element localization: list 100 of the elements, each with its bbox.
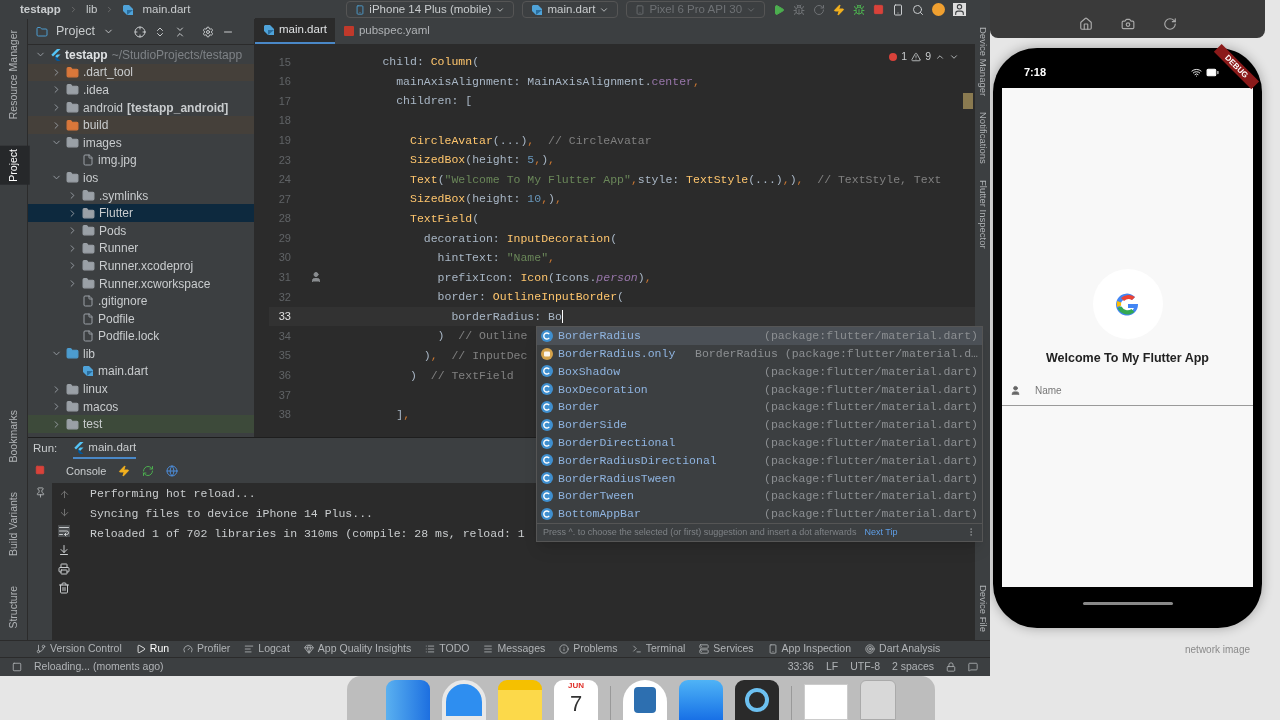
stop-icon[interactable] — [35, 465, 45, 475]
tool-window-tab[interactable]: Device File — [975, 585, 990, 632]
tool-window-tab[interactable]: Device Manager — [975, 27, 990, 97]
update-icon[interactable] — [932, 3, 946, 16]
screenshot-icon[interactable] — [1120, 17, 1135, 31]
tree-item[interactable]: Podfile.lock — [28, 327, 254, 346]
completion-item[interactable]: BoxDecoration (package:flutter/material.dart) — [537, 380, 982, 399]
panel-toggle-icon[interactable] — [12, 662, 22, 672]
lightning-icon[interactable] — [833, 3, 846, 16]
globe-icon[interactable] — [166, 465, 179, 477]
tool-window-tab[interactable]: Structure — [0, 583, 30, 632]
run-icon[interactable] — [773, 3, 786, 16]
tool-window-button[interactable]: App Inspection — [767, 641, 852, 657]
settings-icon[interactable] — [201, 25, 214, 38]
error-icon[interactable] — [889, 52, 898, 61]
completion-item[interactable]: BorderRadius.only BorderRadius (package:flutter/material.d… — [537, 344, 982, 363]
tree-item[interactable]: images — [28, 133, 254, 152]
tool-window-button[interactable]: Problems — [559, 641, 618, 657]
document-icon[interactable] — [804, 684, 848, 720]
tool-window-button[interactable]: Dart Analysis — [865, 641, 941, 657]
tree-item[interactable]: img.jpg — [28, 151, 254, 170]
search-icon[interactable] — [912, 3, 925, 16]
pin-icon[interactable] — [34, 487, 46, 498]
tree-item[interactable]: ios — [28, 169, 254, 187]
device-selector[interactable]: iPhone 14 Plus (mobile) — [346, 1, 515, 18]
breadcrumb[interactable]: main.dart — [142, 0, 191, 19]
locate-icon[interactable] — [133, 25, 146, 38]
completion-item[interactable]: BorderDirectional (package:flutter/material.dart) — [537, 433, 982, 452]
console-tab[interactable]: Console — [66, 462, 107, 480]
tool-window-button[interactable]: Profiler — [183, 641, 231, 657]
warning-count[interactable]: 9 — [925, 49, 931, 65]
up-arrow-icon[interactable] — [58, 489, 70, 500]
tree-item[interactable]: .gitignore — [28, 292, 254, 310]
tool-window-button[interactable]: Logcat — [244, 641, 290, 657]
breadcrumb[interactable]: testapp — [20, 0, 61, 19]
completion-item[interactable]: BoxShadow (package:flutter/material.dart) — [537, 362, 982, 381]
tree-item[interactable]: .symlinks — [28, 186, 254, 205]
stop-icon[interactable] — [873, 4, 885, 15]
tree-item[interactable]: Pods — [28, 221, 254, 240]
tool-window-tab[interactable]: Notifications — [975, 112, 990, 164]
tool-window-button[interactable]: Run — [135, 641, 170, 657]
tool-window-tab[interactable]: Flutter Inspector — [975, 179, 990, 249]
debug-icon[interactable] — [793, 3, 806, 16]
completion-item[interactable]: Border (package:flutter/material.dart) — [537, 398, 982, 416]
tree-item[interactable]: Runner.xcodeproj — [28, 257, 254, 275]
bug-icon[interactable] — [853, 3, 866, 16]
profile-icon[interactable] — [953, 3, 967, 16]
tree-item[interactable]: android [testapp_android] — [28, 98, 254, 117]
tree-item[interactable]: Runner.xcworkspace — [28, 274, 254, 293]
tool-window-tab[interactable]: Build Variants — [0, 489, 30, 560]
next-tip-link[interactable]: Next Tip — [864, 525, 898, 539]
tool-window-tab[interactable]: Project — [0, 146, 30, 185]
completion-item[interactable]: BottomAppBar (package:flutter/material.dart) — [537, 504, 982, 523]
editor-tab[interactable]: pubspec.yaml — [334, 18, 438, 44]
scroll-to-end-icon[interactable] — [58, 544, 70, 556]
tree-item[interactable]: main.dart — [28, 362, 254, 381]
completion-item[interactable]: BorderSide (package:flutter/material.dart) — [537, 416, 982, 434]
line-separator[interactable]: LF — [825, 659, 839, 675]
tree-item[interactable]: lib — [28, 345, 254, 363]
rotate-icon[interactable] — [1162, 17, 1177, 31]
tool-window-button[interactable]: Terminal — [631, 641, 686, 657]
home-icon[interactable] — [1078, 17, 1093, 31]
indent-setting[interactable]: 2 spaces — [891, 659, 934, 675]
run-config-selector[interactable]: main.dart — [522, 1, 619, 18]
tool-window-tab[interactable]: Bookmarks — [0, 406, 30, 466]
file-encoding[interactable]: UTF-8 — [850, 659, 880, 675]
lock-icon[interactable] — [946, 662, 956, 672]
tool-window-button[interactable]: Services — [699, 641, 754, 657]
wrap-icon[interactable] — [58, 525, 70, 537]
completion-item[interactable]: BorderRadiusTween (package:flutter/material.dart) — [537, 469, 982, 488]
completion-item[interactable]: BorderRadius (package:flutter/material.dart) — [537, 327, 982, 345]
tree-item[interactable]: Podfile — [28, 309, 254, 328]
notification-icon[interactable] — [968, 662, 978, 672]
print-icon[interactable] — [58, 563, 70, 575]
tool-window-button[interactable]: App Quality Insights — [303, 641, 412, 657]
completion-item[interactable]: BorderRadiusDirectional (package:flutter/material.dart) — [537, 451, 982, 470]
editor-tab[interactable]: main.dart — [255, 18, 335, 44]
error-count[interactable]: 1 — [901, 49, 908, 65]
completion-item[interactable]: BorderTween (package:flutter/material.dart) — [537, 487, 982, 505]
tool-window-button[interactable]: TODO — [425, 641, 470, 657]
tree-item[interactable]: .dart_tool — [28, 63, 254, 82]
tool-window-tab[interactable]: Resource Manager — [0, 27, 30, 123]
caret-position[interactable]: 33:36 — [787, 659, 814, 675]
tool-window-button[interactable]: Version Control — [36, 641, 122, 657]
device-manager-icon[interactable] — [892, 3, 905, 16]
tree-item[interactable]: testapp ~/StudioProjects/testapp — [28, 46, 254, 64]
lightning-icon[interactable] — [118, 465, 131, 477]
tree-item[interactable]: linux — [28, 380, 254, 398]
calendar-icon[interactable]: JUN 7 — [554, 680, 598, 720]
tree-item[interactable]: test — [28, 415, 254, 434]
warning-icon[interactable] — [911, 51, 922, 62]
tree-item[interactable]: macos — [28, 397, 254, 416]
tool-window-button[interactable]: Messages — [483, 641, 546, 657]
down-arrow-icon[interactable] — [58, 507, 70, 518]
tree-item[interactable]: .idea — [28, 81, 254, 99]
project-panel-title[interactable]: Project — [56, 22, 95, 41]
breadcrumb[interactable]: lib — [85, 0, 98, 19]
refresh-icon[interactable] — [142, 465, 155, 477]
tree-item[interactable]: Flutter — [28, 204, 254, 222]
tree-item[interactable]: Runner — [28, 239, 254, 258]
